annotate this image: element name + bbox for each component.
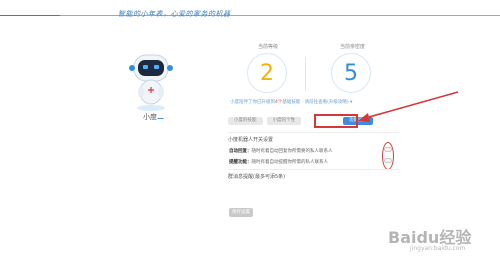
edit-icon[interactable] bbox=[157, 113, 167, 119]
setting-row-reminder: 提醒功能：随时有着自动提醒你所需的私人联系人 bbox=[229, 159, 328, 165]
stat-label-intimacy: 当前亲密度 bbox=[340, 44, 366, 50]
group-reminder-title: 群消息提醒(最多可添5条) bbox=[228, 174, 286, 180]
switch-settings-section: 小度机器人开关设置 bbox=[228, 132, 400, 143]
stat-label-level: 当前等级 bbox=[258, 44, 279, 50]
setting-name-autoreply: 自动回复： bbox=[229, 149, 252, 154]
setting-row-autoreply: 自动回复：随时有着自动回复你所需要的私人联系人 bbox=[229, 148, 333, 154]
robot-avatar bbox=[129, 54, 173, 111]
header-line bbox=[0, 15, 500, 16]
header-band: 智能的小年表，心爱的家务的机器 bbox=[0, 0, 500, 40]
level-info-prefix: 小度陪伴了你已升级到 bbox=[230, 100, 275, 105]
stat-value-intimacy: 5 bbox=[331, 53, 371, 93]
toggle-highlight bbox=[382, 142, 394, 170]
tab-settings-highlight bbox=[314, 114, 358, 128]
header-slogan: 智能的小年表，心爱的家务的机器 bbox=[118, 10, 231, 18]
setting-name-reminder: 提醒功能： bbox=[229, 160, 252, 165]
profile-name-row[interactable]: 小度 bbox=[143, 112, 167, 122]
setting-desc-autoreply: 随时有着自动回复你所需要的私人联系人 bbox=[251, 149, 333, 154]
tab-skills[interactable]: 小度的技能 bbox=[228, 117, 263, 125]
level-info[interactable]: 小度陪伴了你已升级到4个基础技能 · 请前往查看(升级攻略) ▾ bbox=[230, 99, 390, 105]
tab-personality[interactable]: 小度的个性 bbox=[266, 117, 301, 125]
level-info-suffix: 基础技能 · 请前往查看(升级攻略) ▾ bbox=[282, 100, 353, 105]
stat-divider bbox=[305, 57, 306, 91]
profile-name: 小度 bbox=[143, 113, 157, 121]
header-line-accent bbox=[0, 15, 60, 16]
save-button[interactable]: 保存设置 bbox=[229, 208, 253, 217]
setting-desc-reminder: 随时有着自动提醒你所需的私人联系人 bbox=[251, 160, 329, 165]
group-reminder-section: 群消息提醒(最多可添5条) bbox=[228, 169, 400, 180]
stat-value-level: 2 bbox=[247, 53, 287, 93]
watermark-url: jingyan.baidu.com bbox=[410, 245, 466, 252]
switch-settings-title: 小度机器人开关设置 bbox=[228, 137, 274, 143]
